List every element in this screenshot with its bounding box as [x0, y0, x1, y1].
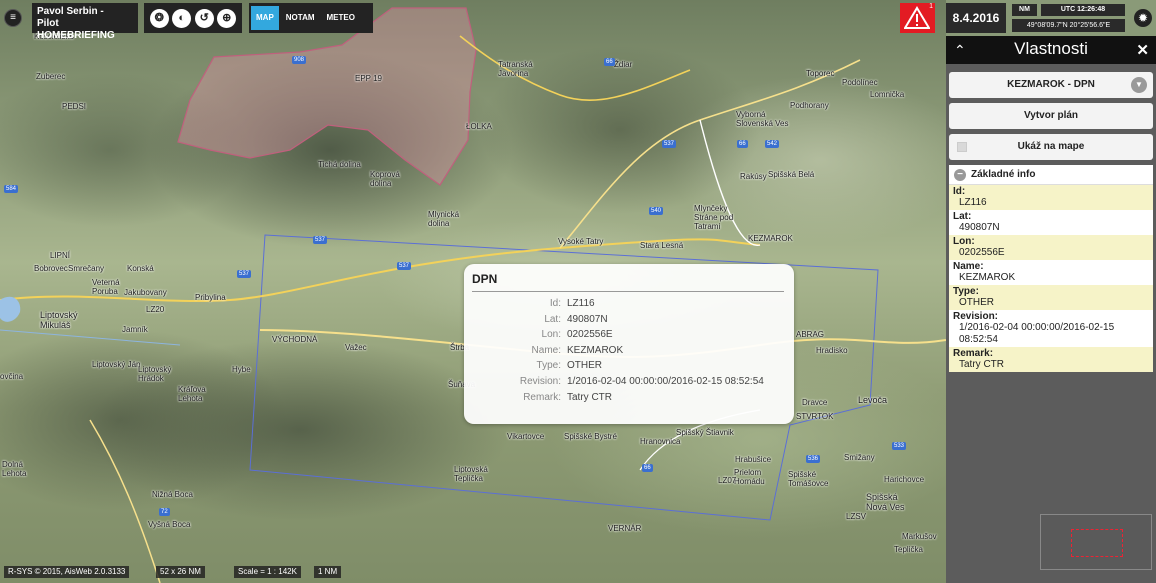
popup-row: Revision: 1/2016-02-04 00:00:00/2016-02-1… — [472, 374, 786, 390]
popup-label: Id: — [549, 298, 561, 309]
minimap-viewport[interactable] — [1071, 529, 1123, 557]
show-on-map-label: Ukáž na mape — [1017, 141, 1085, 152]
field-label: Revision: — [953, 311, 999, 322]
top-toolbar: ≡ Pavol Serbin - Pilot HOMEBRIEFING ❂ ◐ … — [0, 0, 946, 41]
popup-value: 1/2016-02-04 00:00:00/2016-02-15 08:52:5… — [567, 375, 764, 387]
tab-map[interactable]: MAP — [251, 6, 279, 30]
popup-value: 490807N — [567, 313, 608, 325]
field-value: 1/2016-02-04 00:00:00/2016-02-15 08:52:5… — [959, 322, 1115, 345]
mode-switcher: MAP NOTAM METEO — [249, 3, 373, 33]
copyright-text: R-SYS © 2015, AisWeb 2.0.3133 — [4, 566, 130, 578]
field-value: 490807N — [959, 222, 1000, 233]
user-info[interactable]: Pavol Serbin - Pilot HOMEBRIEFING — [32, 3, 138, 41]
minus-icon[interactable]: − — [954, 169, 966, 181]
popup-row: Type: OTHER — [472, 358, 786, 374]
unit-button[interactable]: NM — [1012, 4, 1037, 16]
scale-bar: 1 NM — [314, 566, 342, 578]
info-field: Lon: 0202556E — [949, 235, 1153, 260]
popup-value: LZ116 — [567, 298, 595, 309]
layer-tools: ❂ ◐ ↺ ⊕ — [144, 3, 242, 33]
popup-value: 0202556E — [567, 329, 613, 341]
map-scale: Scale = 1 : 142K — [234, 566, 301, 578]
popup-label: Name: — [531, 344, 561, 356]
field-value: 0202556E — [959, 247, 1005, 258]
info-field: Revision: 1/2016-02-04 00:00:00/2016-02-1… — [949, 310, 1153, 347]
info-field: Lat: 490807N — [949, 210, 1153, 235]
field-value: LZ116 — [959, 197, 987, 208]
properties-panel: ⌃ Vlastnosti ✕ KEZMAROK - DPN ▼ Vytvor p… — [946, 36, 1156, 583]
panel-title: Vlastnosti — [1014, 39, 1088, 58]
overview-minimap[interactable] — [1040, 514, 1152, 570]
feature-popup[interactable]: DPN Id: LZ116 Lat: 490807N Lon: 0202556E Na… — [464, 264, 794, 424]
lake — [0, 296, 21, 322]
field-label: Lat: — [953, 211, 972, 222]
warning-count: 1 — [929, 3, 933, 10]
show-on-map-button[interactable]: Ukáž na mape — [949, 134, 1153, 160]
create-plan-button[interactable]: Vytvor plán — [949, 103, 1153, 129]
popup-row: Lon: 0202556E — [472, 327, 786, 343]
field-label: Lon: — [953, 236, 975, 247]
popup-label: Lon: — [541, 329, 561, 341]
popup-value: KEZMAROK — [567, 344, 624, 356]
chevron-down-icon: ▼ — [1131, 77, 1147, 93]
field-value: OTHER — [959, 297, 994, 308]
map-extent: 52 x 26 NM — [156, 566, 205, 578]
user-name: Pavol Serbin - — [37, 6, 104, 17]
popup-row: Name: KEZMAROK — [472, 343, 786, 359]
object-select-value: KEZMAROK - DPN — [1007, 79, 1095, 90]
cursor-coordinates: 49°08'09.7"N 20°25'56.6"E — [1012, 19, 1125, 32]
gear-icon[interactable]: ✹ — [1134, 9, 1152, 27]
popup-label: Type: — [536, 360, 561, 372]
warning-button[interactable]: 1 — [900, 3, 935, 33]
popup-label: Lat: — [544, 313, 561, 325]
menu-icon[interactable]: ≡ — [4, 9, 22, 27]
popup-row: Id: LZ116 — [472, 296, 786, 312]
world-icon[interactable]: ⊕ — [217, 8, 237, 28]
globe-icon[interactable]: ❂ — [149, 8, 169, 28]
road — [89, 419, 161, 583]
date-display[interactable]: 8.4.2016 — [946, 3, 1006, 33]
popup-details: Id: LZ116 Lat: 490807N Lon: 0202556E Name: K… — [472, 296, 786, 405]
popup-value: OTHER — [567, 360, 602, 372]
river — [0, 329, 181, 346]
field-value: Tatry CTR — [959, 359, 1004, 370]
info-field: Remark: Tatry CTR — [949, 347, 1153, 372]
tab-meteo[interactable]: METEO — [322, 6, 360, 30]
section-header[interactable]: − Základné info — [949, 165, 1153, 185]
user-role: Pilot HOMEBRIEFING — [37, 18, 115, 41]
popup-label: Revision: — [519, 375, 561, 387]
road — [459, 35, 691, 102]
tab-notam[interactable]: NOTAM — [281, 6, 320, 30]
popup-label: Remark: — [523, 391, 561, 403]
field-label: Remark: — [953, 348, 994, 359]
info-field: Type: OTHER — [949, 285, 1153, 310]
field-label: Type: — [953, 286, 979, 297]
warning-icon — [904, 6, 930, 29]
section-title: Základné info — [971, 169, 1036, 180]
info-field: Id: LZ116 — [949, 185, 1153, 210]
popup-row: Remark: Tatry CTR — [472, 390, 786, 406]
utc-clock: UTC 12:26:48 — [1041, 4, 1125, 16]
basic-info-section: − Základné info Id: LZ116 Lat: 490807N Lon… — [949, 165, 1153, 372]
field-label: Name: — [953, 261, 984, 272]
close-icon[interactable]: ✕ — [1136, 41, 1149, 59]
show-on-map-checkbox[interactable] — [957, 142, 967, 152]
popup-value: Tatry CTR — [567, 391, 612, 403]
airport-icon[interactable]: ◐ — [172, 8, 192, 28]
panel-header: ⌃ Vlastnosti ✕ — [946, 36, 1156, 64]
popup-row: Lat: 490807N — [472, 312, 786, 328]
popup-title: DPN — [472, 272, 784, 292]
rotate-icon[interactable]: ↺ — [194, 8, 214, 28]
field-value: KEZMAROK — [959, 272, 1016, 283]
info-field: Name: KEZMAROK — [949, 260, 1153, 285]
field-label: Id: — [953, 186, 966, 197]
object-select[interactable]: KEZMAROK - DPN ▼ — [949, 72, 1153, 98]
